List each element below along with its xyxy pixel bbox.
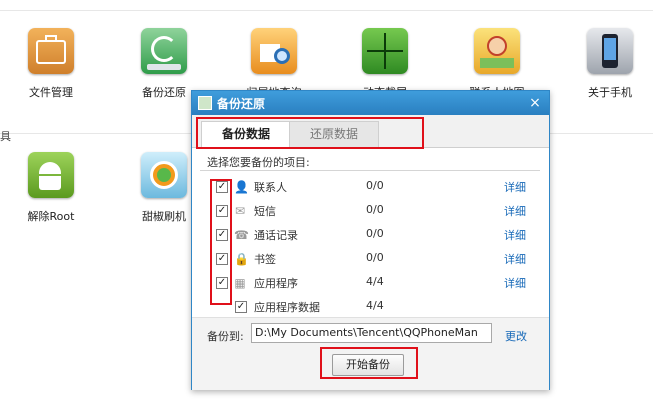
apps-icon: ▦ [234, 276, 246, 290]
item-name: 书签 [254, 253, 276, 266]
backup-to-label: 备份到: [207, 330, 244, 343]
change-path-link[interactable]: 更改 [505, 328, 527, 344]
details-link[interactable]: 详细 [504, 179, 526, 195]
item-count: 0/0 [366, 251, 384, 264]
details-link[interactable]: 详细 [504, 203, 526, 219]
details-link[interactable]: 详细 [504, 251, 526, 267]
backup-items-list: ✓ 👤 联系人 0/0 详细 ✓ ✉ 短信 0/0 详细 ✓ ☎ 通话记录 0/… [200, 170, 540, 317]
tool-about-phone[interactable]: 关于手机 [565, 28, 653, 100]
backup-app-icon [198, 96, 212, 110]
select-items-prompt: 选择您要备份的项目: [207, 156, 310, 169]
details-link[interactable]: 详细 [504, 275, 526, 291]
android-icon [28, 152, 74, 198]
screenshot-crosshair-icon [362, 28, 408, 74]
item-name: 通话记录 [254, 229, 298, 242]
tool-remove-root[interactable]: 解除Root [6, 152, 96, 224]
dialog-titlebar[interactable]: 备份还原 × [192, 91, 549, 115]
details-link[interactable]: 详细 [504, 227, 526, 243]
item-count: 4/4 [366, 275, 384, 288]
contact-icon: 👤 [234, 180, 249, 194]
sms-checkbox[interactable]: ✓ [216, 205, 228, 217]
backup-restore-icon [141, 28, 187, 74]
house-search-icon [251, 28, 297, 74]
tool-file-manager[interactable]: 文件管理 [6, 28, 96, 100]
item-name: 应用程序 [254, 277, 298, 290]
tab-backup-data[interactable]: 备份数据 [201, 121, 291, 148]
item-name: 联系人 [254, 181, 287, 194]
list-item[interactable]: ✓ ▦ 应用程序 4/4 详细 [200, 273, 540, 295]
list-item[interactable]: ✓ 🔒 书签 0/0 详细 [200, 249, 540, 271]
phone-icon [587, 28, 633, 74]
bookmark-icon: 🔒 [234, 252, 249, 266]
item-count: 0/0 [366, 227, 384, 240]
list-item[interactable]: ✓ 👤 联系人 0/0 详细 [200, 177, 540, 199]
dialog-title: 备份还原 [217, 96, 266, 111]
top-divider [0, 10, 653, 11]
tool-label: 关于手机 [588, 86, 632, 99]
list-item[interactable]: ✓ ✉ 短信 0/0 详细 [200, 201, 540, 223]
briefcase-icon [28, 28, 74, 74]
flash-icon [141, 152, 187, 198]
list-item[interactable]: ✓ ☎ 通话记录 0/0 详细 [200, 225, 540, 247]
bookmarks-checkbox[interactable]: ✓ [216, 253, 228, 265]
section-label: 具 [0, 130, 11, 143]
sms-icon: ✉ [234, 204, 246, 218]
backup-path-field[interactable]: D:\My Documents\Tencent\QQPhoneMan [251, 323, 492, 343]
contact-map-icon [474, 28, 520, 74]
apps-checkbox[interactable]: ✓ [216, 277, 228, 289]
list-item[interactable]: ✓ 应用程序数据 4/4 [200, 297, 540, 319]
contacts-checkbox[interactable]: ✓ [216, 181, 228, 193]
tab-restore-data[interactable]: 还原数据 [289, 121, 379, 147]
call-log-icon: ☎ [234, 228, 249, 242]
tool-label: 文件管理 [29, 86, 73, 99]
dialog-tabs: 备份数据 还原数据 [192, 115, 549, 148]
item-name: 应用程序数据 [254, 301, 320, 314]
item-count: 0/0 [366, 203, 384, 216]
item-name: 短信 [254, 205, 276, 218]
tool-label: 解除Root [27, 210, 75, 223]
backup-restore-dialog: 备份还原 × 备份数据 还原数据 选择您要备份的项目: ✓ 👤 联系人 0/0 … [191, 90, 550, 390]
call-log-checkbox[interactable]: ✓ [216, 229, 228, 241]
item-count: 4/4 [366, 299, 384, 312]
dialog-footer: 备份到: D:\My Documents\Tencent\QQPhoneMan … [192, 317, 549, 390]
item-count: 0/0 [366, 179, 384, 192]
close-icon[interactable]: × [527, 95, 543, 111]
app-data-checkbox[interactable]: ✓ [235, 301, 247, 313]
start-backup-button[interactable]: 开始备份 [332, 354, 404, 376]
